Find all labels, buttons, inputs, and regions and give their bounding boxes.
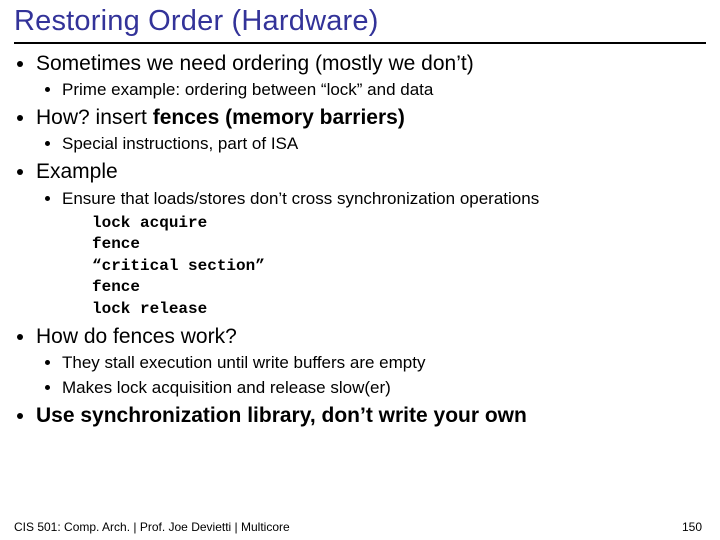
bullet-list: Sometimes we need ordering (mostly we do… [0,50,720,430]
bullet-4a: They stall execution until write buffers… [62,352,704,375]
bullet-1-sub: Prime example: ordering between “lock” a… [36,79,704,102]
bullet-2-pre: How? insert [36,106,153,129]
code-line-4: fence [92,277,704,299]
slide-title: Restoring Order (Hardware) [0,0,720,41]
bullet-3-text: Example [36,160,118,183]
bullet-1-text: Sometimes we need ordering (mostly we do… [36,52,474,75]
code-line-1: lock acquire [92,213,704,235]
bullet-4-sub: They stall execution until write buffers… [36,352,704,400]
bullet-3-sub: Ensure that loads/stores don’t cross syn… [36,188,704,211]
bullet-4: How do fences work? They stall execution… [36,323,704,400]
bullet-2-sub: Special instructions, part of ISA [36,133,704,156]
bullet-5: Use synchronization library, don’t write… [36,402,704,430]
slide: Restoring Order (Hardware) Sometimes we … [0,0,720,540]
bullet-1a: Prime example: ordering between “lock” a… [62,79,704,102]
bullet-3: Example Ensure that loads/stores don’t c… [36,158,704,320]
footer-text: CIS 501: Comp. Arch. | Prof. Joe Deviett… [14,520,290,534]
title-rule [14,42,706,44]
bullet-4-text: How do fences work? [36,325,237,348]
bullet-1: Sometimes we need ordering (mostly we do… [36,50,704,102]
bullet-2: How? insert fences (memory barriers) Spe… [36,104,704,156]
code-block: lock acquire fence “critical section” fe… [92,213,704,321]
bullet-2a: Special instructions, part of ISA [62,133,704,156]
code-line-2: fence [92,234,704,256]
page-number: 150 [682,520,702,534]
bullet-4b: Makes lock acquisition and release slow(… [62,377,704,400]
code-line-5: lock release [92,299,704,321]
bullet-3a: Ensure that loads/stores don’t cross syn… [62,188,704,211]
code-line-3: “critical section” [92,256,704,278]
bullet-2-bold: fences (memory barriers) [153,106,405,129]
